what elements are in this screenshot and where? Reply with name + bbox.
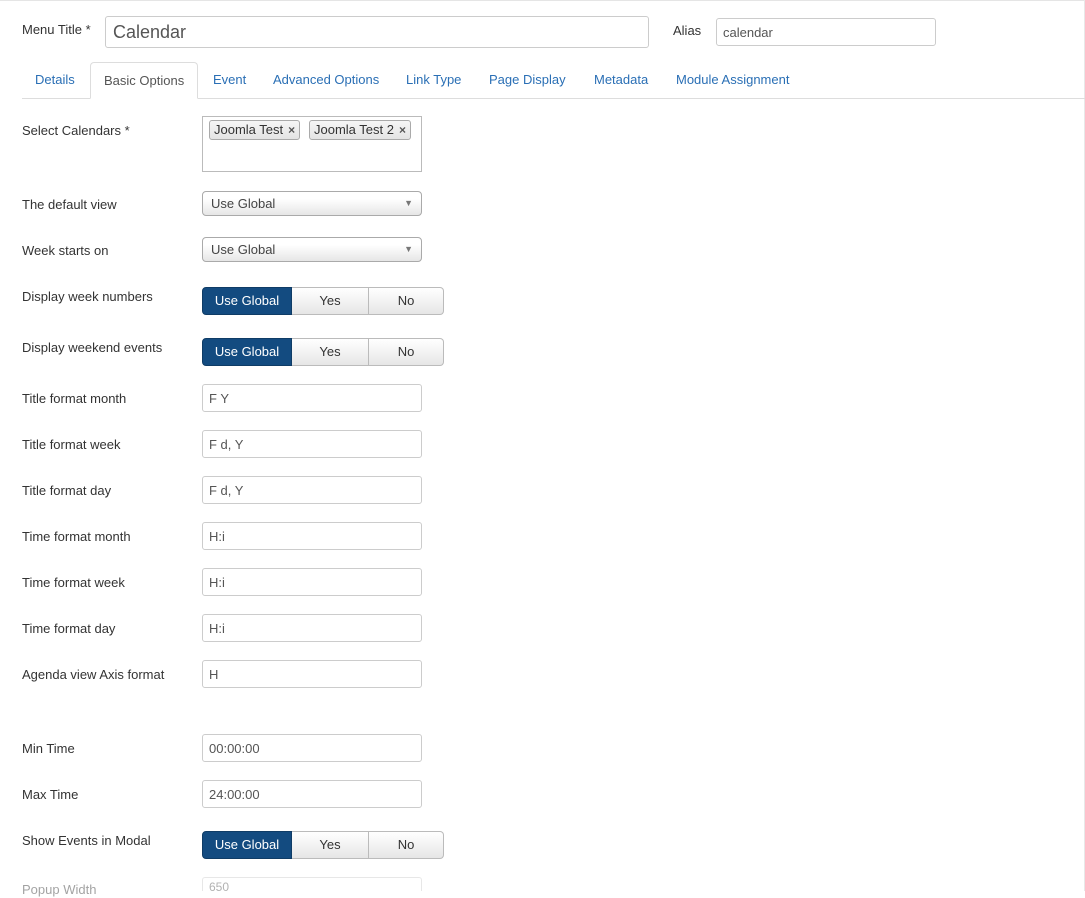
yes-button[interactable]: Yes — [292, 831, 369, 859]
calendar-chip-label: Joomla Test 2 — [314, 122, 394, 137]
use-global-button[interactable]: Use Global — [202, 831, 292, 859]
calendar-chip-label: Joomla Test — [214, 122, 284, 137]
agenda-axis-format-input[interactable] — [202, 660, 422, 688]
use-global-button[interactable]: Use Global — [202, 338, 292, 366]
calendar-chip: Joomla Test × — [209, 120, 301, 140]
title-format-month-label: Title format month — [22, 391, 127, 406]
calendar-chip: Joomla Test 2 × — [309, 120, 411, 140]
display-weekend-events-label: Display weekend events — [22, 340, 163, 355]
popup-width-input[interactable] — [202, 877, 422, 891]
no-button[interactable]: No — [369, 831, 444, 859]
tab-bar: Details Basic Options Event Advanced Opt… — [22, 62, 1085, 99]
max-time-label: Max Time — [22, 787, 79, 802]
time-format-week-label: Time format week — [22, 575, 125, 590]
default-view-select[interactable]: Use Global ▼ — [202, 191, 422, 216]
min-time-input[interactable] — [202, 734, 422, 762]
tab-metadata[interactable]: Metadata — [581, 62, 661, 98]
time-format-month-label: Time format month — [22, 529, 131, 544]
show-events-modal-toggle: Use Global Yes No — [202, 831, 444, 859]
week-starts-on-select[interactable]: Use Global ▼ — [202, 237, 422, 262]
tab-event[interactable]: Event — [200, 62, 259, 98]
display-week-numbers-label: Display week numbers — [22, 289, 153, 304]
tab-page-display[interactable]: Page Display — [476, 62, 579, 98]
tab-basic-options[interactable]: Basic Options — [90, 62, 199, 99]
alias-input[interactable] — [716, 18, 936, 46]
dropdown-arrow-icon: ▼ — [404, 244, 413, 254]
yes-button[interactable]: Yes — [292, 287, 369, 315]
time-format-month-input[interactable] — [202, 522, 422, 550]
popup-width-label: Popup Width — [22, 882, 97, 897]
week-starts-on-value: Use Global — [211, 242, 276, 257]
tab-advanced-options[interactable]: Advanced Options — [260, 62, 392, 98]
title-format-day-label: Title format day — [22, 483, 112, 498]
alias-label: Alias — [673, 23, 702, 38]
title-format-week-label: Title format week — [22, 437, 121, 452]
no-button[interactable]: No — [369, 287, 444, 315]
use-global-button[interactable]: Use Global — [202, 287, 292, 315]
tab-details[interactable]: Details — [22, 62, 88, 98]
yes-button[interactable]: Yes — [292, 338, 369, 366]
remove-chip-icon[interactable]: × — [288, 121, 295, 139]
dropdown-arrow-icon: ▼ — [404, 198, 413, 208]
tab-module-assignment[interactable]: Module Assignment — [663, 62, 802, 98]
display-weekend-events-toggle: Use Global Yes No — [202, 338, 444, 366]
no-button[interactable]: No — [369, 338, 444, 366]
title-format-month-input[interactable] — [202, 384, 422, 412]
display-week-numbers-toggle: Use Global Yes No — [202, 287, 444, 315]
select-calendars-label: Select Calendars * — [22, 123, 130, 138]
tab-link-type[interactable]: Link Type — [393, 62, 474, 98]
menu-title-label: Menu Title * — [22, 22, 91, 37]
min-time-label: Min Time — [22, 741, 75, 756]
default-view-value: Use Global — [211, 196, 276, 211]
time-format-day-label: Time format day — [22, 621, 116, 636]
week-starts-on-label: Week starts on — [22, 243, 109, 258]
agenda-axis-format-label: Agenda view Axis format — [22, 667, 165, 682]
select-calendars-multiselect[interactable]: Joomla Test × Joomla Test 2 × — [202, 116, 422, 172]
title-format-week-input[interactable] — [202, 430, 422, 458]
show-events-modal-label: Show Events in Modal — [22, 833, 151, 848]
title-format-day-input[interactable] — [202, 476, 422, 504]
max-time-input[interactable] — [202, 780, 422, 808]
menu-title-input[interactable] — [105, 16, 649, 48]
time-format-day-input[interactable] — [202, 614, 422, 642]
remove-chip-icon[interactable]: × — [399, 121, 406, 139]
default-view-label: The default view — [22, 197, 117, 212]
time-format-week-input[interactable] — [202, 568, 422, 596]
top-border — [0, 0, 1085, 1]
